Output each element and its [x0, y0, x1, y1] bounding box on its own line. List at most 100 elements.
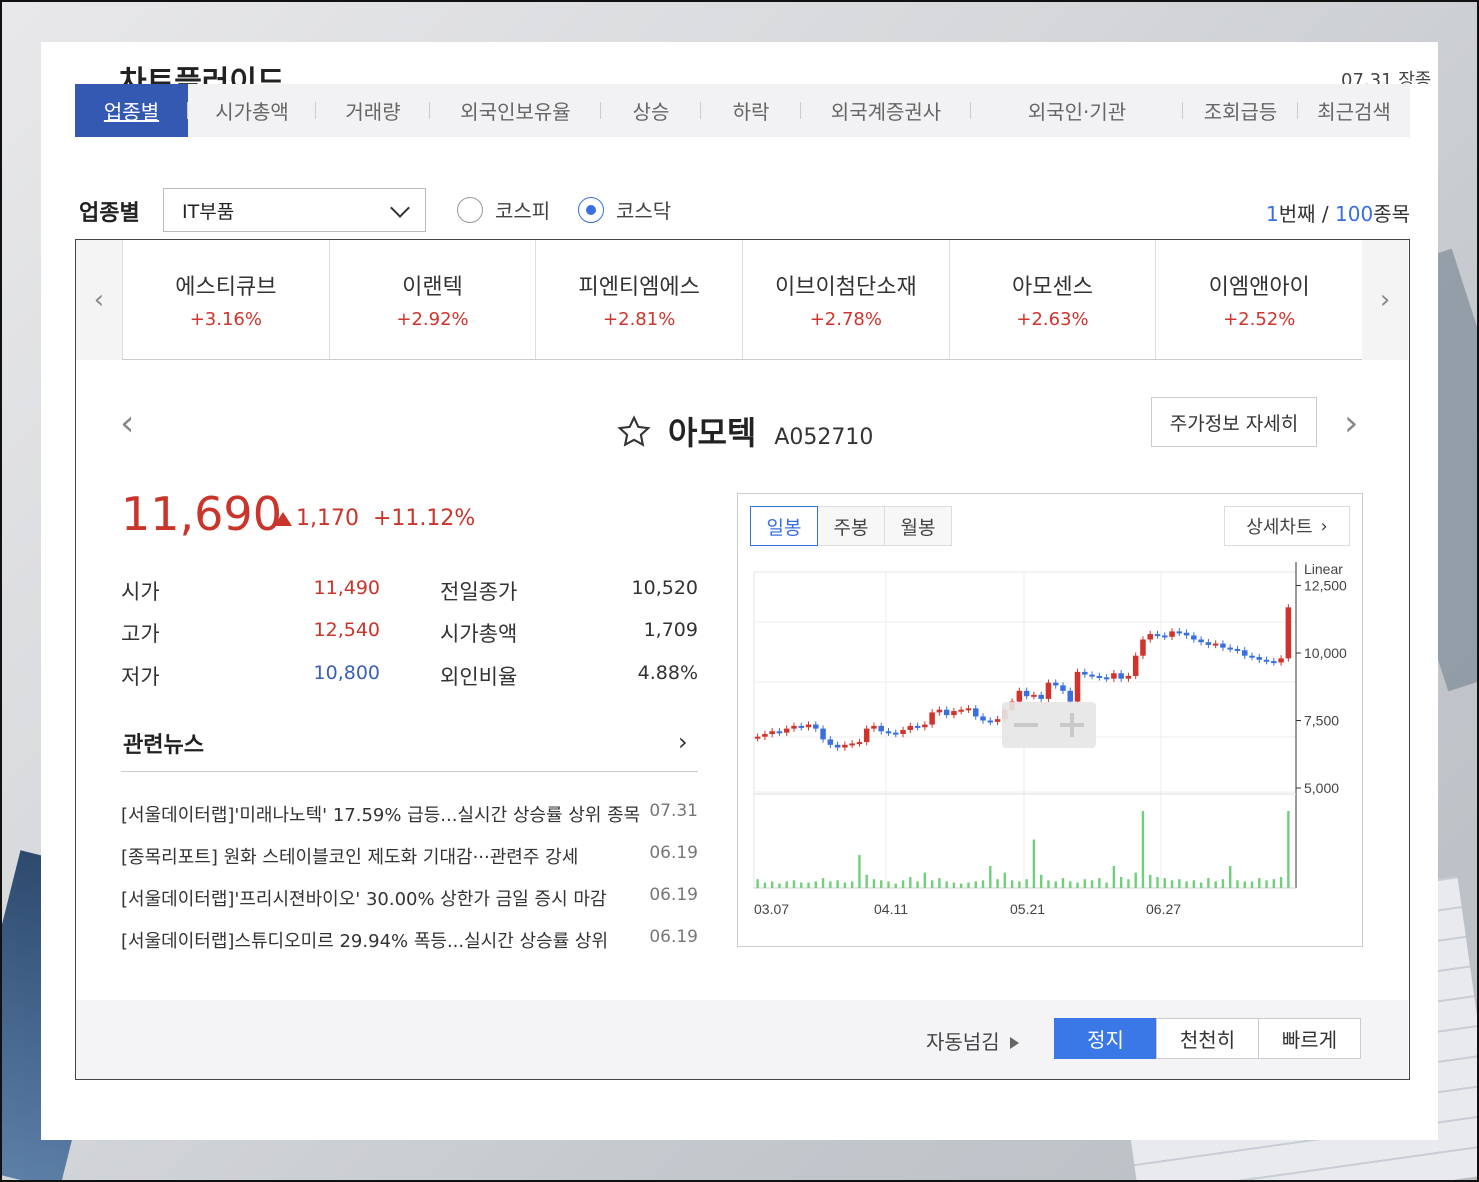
news-more-button[interactable]: › [678, 728, 688, 756]
industry-select[interactable]: IT부품 [163, 188, 426, 232]
volume-bar [872, 879, 876, 888]
candle-body [943, 709, 950, 716]
market-status: 07.31 장종료 [1341, 70, 1432, 84]
candle-body [1191, 635, 1197, 640]
high-label: 고가 [121, 622, 160, 646]
news-headline: [서울데이터랩]'미래나노텍' 17.59% 급등...실시간 상승률 상위 종… [121, 805, 641, 826]
volume-bar [930, 880, 934, 888]
slider-item[interactable]: 아모센스 +2.63% [948, 240, 1156, 359]
volume-bar [880, 880, 883, 888]
candle-body [871, 725, 877, 729]
volume-bar [1098, 878, 1101, 888]
news-date: 06.19 [649, 885, 698, 905]
slider-item-name: 이엠앤아이 [1208, 275, 1310, 300]
tab-foreign-institution[interactable]: 외국인·기관 [971, 84, 1183, 137]
volume-bar [1105, 882, 1108, 888]
candle-body [1118, 673, 1124, 679]
news-item[interactable]: [종목리포트] 원화 스테이블코인 제도화 기대감···관련주 강세 06.19 [121, 843, 698, 869]
candle-body [805, 724, 812, 728]
slider-next-button[interactable]: › [1362, 240, 1409, 360]
slider-item[interactable]: 에스티큐브 +3.16% [122, 240, 329, 359]
candle-body [1125, 675, 1132, 679]
foreign-ratio-value: 4.88% [637, 662, 698, 684]
news-headline: [종목리포트] 원화 스테이블코인 제도화 기대감···관련주 강세 [121, 847, 579, 868]
volume-bar [1047, 880, 1050, 888]
low-label: 저가 [121, 665, 160, 689]
counter-total: 100 [1335, 202, 1374, 226]
candle-body [1045, 682, 1052, 699]
volume-bar [923, 872, 927, 888]
candle-body [1285, 607, 1292, 659]
candle-body [762, 734, 768, 737]
tab-fall[interactable]: 하락 [701, 84, 801, 137]
volume-bar [1221, 879, 1225, 888]
slow-button[interactable]: 천천히 [1156, 1018, 1259, 1059]
candle-body [1220, 643, 1226, 648]
candle-body [834, 744, 841, 748]
tab-foreign-ratio[interactable]: 외국인보유율 [430, 84, 601, 137]
favorite-star-icon[interactable] [616, 414, 652, 450]
slider-item[interactable]: 이브이첨단소재 +2.78% [742, 240, 949, 359]
tab-rise[interactable]: 상승 [601, 84, 701, 137]
news-item[interactable]: [서울데이터랩]'프리시젼바이오' 30.00% 상한가 금일 증시 마감 06.… [121, 885, 698, 911]
candle-body [1241, 650, 1248, 656]
candle-body [1016, 690, 1023, 702]
slider-item[interactable]: 피엔티엠에스 +2.81% [535, 240, 742, 359]
volume-bar [814, 881, 817, 888]
y-tick-label: 12,500 [1304, 578, 1347, 594]
fast-button[interactable]: 빠르게 [1258, 1018, 1361, 1059]
candle-body [980, 716, 986, 721]
chart-tab-monthly[interactable]: 월봉 [884, 506, 952, 546]
radio-kosdaq[interactable]: 코스닥 [578, 195, 671, 224]
candle-body [1082, 671, 1088, 675]
candle-body [951, 711, 957, 716]
footer-bar: 자동넘김 정지 천천히 빠르게 [76, 1000, 1408, 1079]
next-stock-button[interactable]: › [1344, 403, 1358, 444]
slider-item[interactable]: 이엠앤아이 +2.52% [1155, 240, 1362, 359]
volume-bar [1156, 877, 1159, 888]
news-headline: [서울데이터랩]'프리시젼바이오' 30.00% 상한가 금일 증시 마감 [121, 889, 607, 910]
tab-market-cap[interactable]: 시가총액 [188, 84, 316, 137]
chart-tab-daily[interactable]: 일봉 [750, 506, 818, 546]
candle-body [1147, 634, 1153, 640]
low-value: 10,800 [313, 662, 380, 684]
candle-body [813, 724, 819, 729]
play-icon [1009, 1037, 1019, 1049]
candle-body [936, 709, 943, 713]
volume-bar [1039, 874, 1043, 888]
tab-industry[interactable]: 업종별 [75, 84, 188, 137]
volume-bar [1119, 877, 1123, 888]
slider-item-change: +2.81% [603, 309, 676, 330]
chart-period-tabs: 일봉 주봉 월봉 [750, 506, 952, 546]
candle-body [929, 712, 935, 725]
news-item[interactable]: [서울데이터랩]'미래나노텍' 17.59% 급등...실시간 상승률 상위 종… [121, 801, 698, 827]
stock-detail-button[interactable]: 주가정보 자세히 [1151, 397, 1317, 447]
slider-item[interactable]: 이랜텍 +2.92% [328, 240, 536, 359]
prev-stock-button[interactable]: ‹ [120, 403, 134, 444]
volume-bar [1018, 881, 1021, 888]
volume-bar [1243, 881, 1246, 888]
volume-bar [1010, 880, 1014, 888]
tab-foreign-brokers[interactable]: 외국계증권사 [801, 84, 971, 137]
slider-prev-button[interactable]: ‹ [76, 240, 122, 360]
stop-button[interactable]: 정지 [1054, 1018, 1157, 1059]
radio-kospi[interactable]: 코스피 [457, 195, 550, 224]
tab-surge[interactable]: 조회급등 [1183, 84, 1298, 137]
chart-canvas[interactable]: Linear12,500 10,000 7,500 5,000 03.07 04.11 05… [738, 552, 1362, 947]
candle-body [1205, 642, 1212, 645]
volume-bar [1250, 881, 1254, 888]
candle-body [1234, 648, 1241, 651]
volume-bar [1032, 839, 1036, 888]
candle-body [958, 709, 964, 712]
candle-body [1023, 690, 1030, 697]
chart-tab-weekly[interactable]: 주봉 [817, 506, 885, 546]
news-item[interactable]: [서울데이터랩]스튜디오미르 29.94% 폭등...실시간 상승률 상위 06.… [121, 927, 698, 953]
volume-bar [850, 881, 854, 888]
chart-detail-button[interactable]: 상세차트 › [1224, 506, 1350, 546]
x-tick-label: 05.21 [1010, 901, 1045, 917]
volume-bar [1003, 872, 1007, 888]
candle-body [1169, 631, 1175, 637]
tab-volume[interactable]: 거래량 [316, 84, 430, 137]
slider-item-change: +2.92% [396, 309, 469, 330]
tab-recent-search[interactable]: 최근검색 [1298, 84, 1410, 137]
